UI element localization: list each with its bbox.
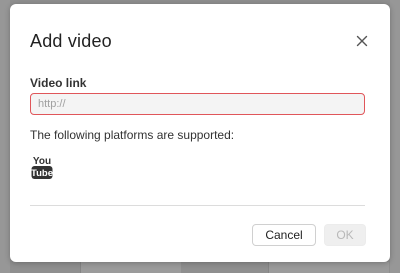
ok-button[interactable]: OK (324, 224, 366, 246)
background-card (80, 262, 181, 273)
cancel-button[interactable]: Cancel (252, 224, 316, 246)
youtube-logo-top-text: You (33, 156, 51, 167)
add-video-dialog: Add video Video link The following platf… (10, 4, 390, 262)
supported-platforms-text: The following platforms are supported: (30, 128, 235, 142)
video-link-input[interactable] (30, 93, 365, 115)
video-link-label: Video link (30, 76, 87, 90)
background-panel-left (0, 0, 10, 273)
youtube-logo-bottom-text: Tube (31, 168, 53, 179)
close-icon (356, 35, 368, 47)
background-card (268, 262, 389, 273)
dialog-title: Add video (30, 31, 112, 51)
background-panel-right (390, 0, 400, 273)
dialog-divider (30, 205, 365, 206)
youtube-icon: You Tube (31, 156, 53, 179)
close-button[interactable] (353, 32, 371, 50)
